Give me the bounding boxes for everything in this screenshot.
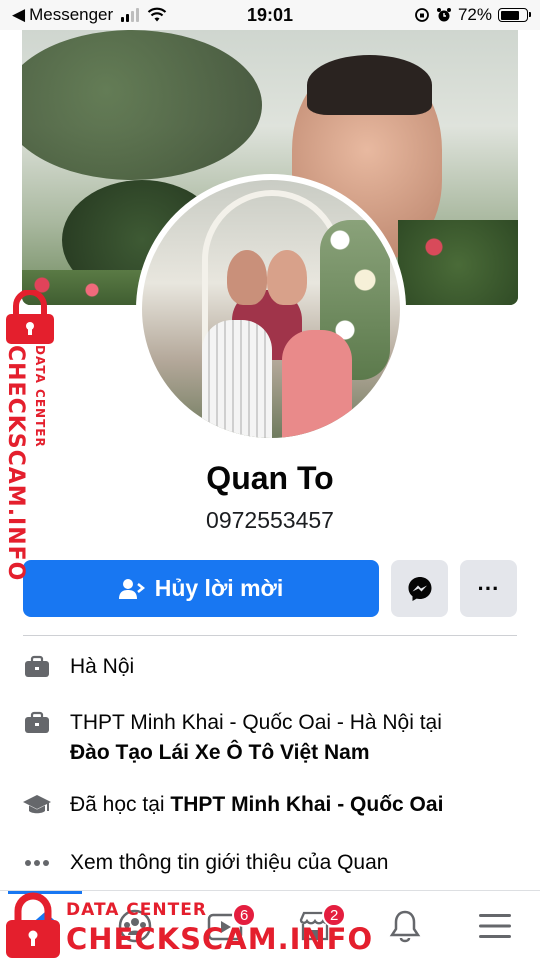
message-button[interactable]: [391, 560, 448, 617]
briefcase-icon: [22, 708, 52, 738]
intro-workplace-link[interactable]: Đào Tạo Lái Xe Ô Tô Việt Nam: [70, 741, 370, 764]
tab-menu[interactable]: [450, 891, 540, 960]
status-bar: ◀ Messenger 19:01 72%: [0, 0, 540, 30]
cancel-request-button[interactable]: Hủy lời mời: [23, 560, 379, 617]
watermark-vertical: CHECKSCAM.INFO: [3, 345, 28, 582]
intro-text: Đã học tại THPT Minh Khai - Quốc Oai: [70, 790, 443, 820]
briefcase-icon: [22, 652, 52, 682]
cancel-request-label: Hủy lời mời: [154, 575, 284, 601]
intro-item-location: Hà Nội: [22, 652, 518, 682]
battery-icon: [498, 8, 531, 22]
profile-picture[interactable]: [136, 174, 406, 444]
wifi-icon: [147, 7, 167, 22]
intro-text: Hà Nội: [70, 655, 135, 678]
watermark-lock-icon: [6, 892, 60, 958]
profile-actions: Hủy lời mời ···: [23, 560, 517, 617]
intro-text-prefix: Đã học tại: [70, 793, 165, 816]
back-arrow-icon: ◀: [12, 5, 26, 24]
back-to-app[interactable]: ◀ Messenger: [12, 5, 212, 25]
profile-subtitle: 0972553457: [206, 507, 334, 533]
menu-icon: [479, 913, 511, 938]
watermark-lock-icon: [6, 290, 54, 344]
more-options-button[interactable]: ···: [460, 560, 517, 617]
tab-notifications[interactable]: [360, 891, 450, 960]
see-about-info-link[interactable]: Xem thông tin giới thiệu của Quan: [22, 848, 518, 878]
see-about-info-label: Xem thông tin giới thiệu của Quan: [70, 851, 389, 874]
watermark-bottom: CHECKSCAM.INFO: [66, 922, 374, 956]
profile-name: Quan To: [206, 460, 334, 496]
divider: [23, 635, 517, 636]
intro-text: THPT Minh Khai - Quốc Oai - Hà Nội tại Đ…: [70, 708, 442, 768]
watermark-vertical-sub: DATA CENTER: [33, 345, 47, 448]
intro-school-link[interactable]: THPT Minh Khai - Quốc Oai: [170, 793, 443, 816]
messenger-icon: [408, 576, 431, 601]
intro-item-education: Đã học tại THPT Minh Khai - Quốc Oai: [22, 790, 518, 820]
alarm-icon: [436, 8, 451, 22]
intro-text-prefix: THPT Minh Khai - Quốc Oai - Hà Nội tại: [70, 711, 442, 734]
graduation-cap-icon: [22, 790, 52, 820]
more-dots-icon: [22, 848, 52, 878]
orientation-lock-icon: [415, 8, 429, 22]
user-request-icon: [118, 578, 145, 599]
intro-item-work: THPT Minh Khai - Quốc Oai - Hà Nội tại Đ…: [22, 708, 518, 768]
battery-percent: 72%: [457, 5, 492, 24]
signal-icon: [121, 8, 140, 22]
more-dots-icon: ···: [477, 575, 500, 601]
watermark-bottom-sub: DATA CENTER: [66, 900, 207, 920]
bell-icon: [389, 910, 421, 942]
back-app-label: Messenger: [29, 5, 114, 24]
